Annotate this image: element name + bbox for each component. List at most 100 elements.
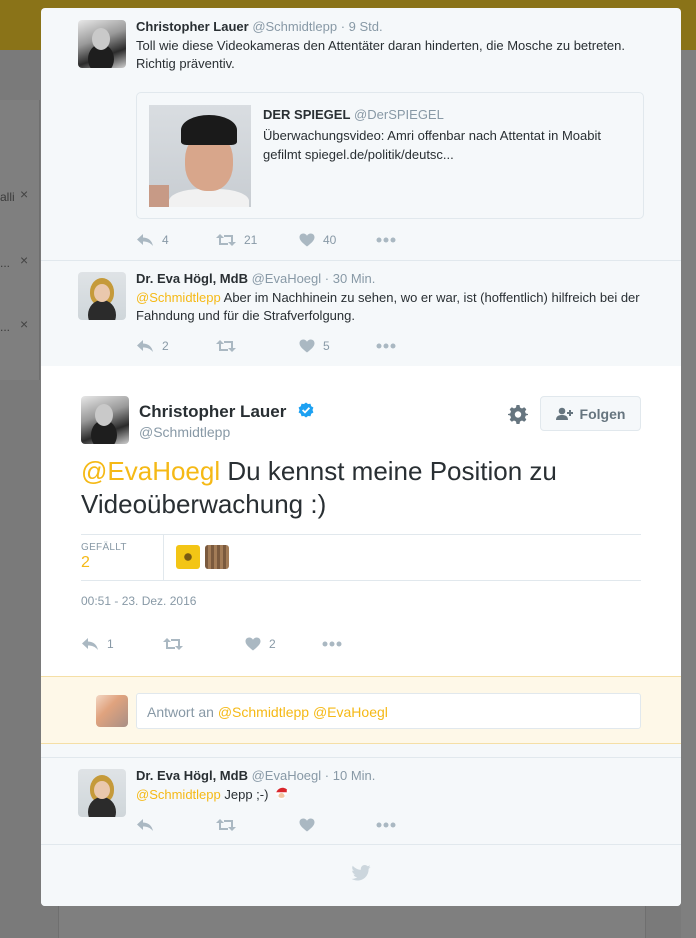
separator-dot: · [324, 768, 330, 783]
liker-avatar[interactable] [205, 545, 229, 569]
avatar[interactable] [78, 769, 126, 817]
quoted-author-handle: @DerSPIEGEL [354, 107, 444, 122]
author-handle[interactable]: @EvaHoegl [252, 271, 322, 286]
author-name[interactable]: Christopher Lauer [136, 19, 249, 34]
like-button[interactable]: 40 [299, 232, 336, 248]
tweet-stats: GEFÄLLT 2 [81, 534, 641, 581]
like-button[interactable]: 2 [245, 636, 276, 652]
tweet-text: @EvaHoegl Du kennst meine Position zu Vi… [81, 455, 641, 521]
tweet-time[interactable]: 9 Std. [349, 19, 383, 34]
heart-icon [299, 339, 315, 353]
background-close-icon: × [20, 186, 29, 202]
background-snippet: alli [0, 190, 15, 204]
background-close-icon: × [20, 316, 29, 332]
reply-input[interactable]: Antwort an @Schmidtlepp @EvaHoegl [136, 693, 641, 729]
tweet-header: Christopher Lauer @Schmidtlepp · 9 Std. [136, 19, 383, 34]
author-name[interactable]: Dr. Eva Högl, MdB [136, 271, 248, 286]
tweet-time[interactable]: 10 Min. [333, 768, 376, 783]
reply-tweet[interactable]: Dr. Eva Högl, MdB @EvaHoegl · 10 Min. @S… [41, 757, 681, 844]
permalink-tweet: Christopher Lauer @Schmidtlepp Folgen @E… [41, 366, 681, 676]
more-button[interactable] [376, 338, 396, 354]
more-button[interactable] [376, 232, 396, 248]
quoted-tweet-text: Überwachungsvideo: Amri offenbar nach At… [263, 128, 601, 162]
more-icon [376, 343, 396, 349]
reply-button[interactable]: 1 [81, 636, 114, 652]
reply-prefix: Antwort an [147, 704, 214, 720]
reply-icon [137, 340, 153, 352]
stats-divider [163, 535, 164, 581]
tweet-header: Dr. Eva Högl, MdB @EvaHoegl · 10 Min. [136, 768, 375, 783]
tweet-time[interactable]: 30 Min. [333, 271, 376, 286]
more-icon [322, 641, 342, 647]
verified-icon [298, 402, 314, 418]
background-right-strip [681, 50, 696, 938]
tweet-text: @Schmidtlepp Jepp ;-) [136, 786, 636, 804]
mention-link[interactable]: @Schmidtlepp [136, 787, 221, 802]
follow-person-icon [555, 407, 573, 420]
retweet-count: 21 [244, 233, 258, 247]
like-count: 5 [323, 339, 330, 353]
reply-button[interactable] [136, 817, 162, 833]
quoted-tweet-card[interactable]: DER SPIEGEL @DerSPIEGEL Überwachungsvide… [136, 92, 644, 219]
tweet-actions: 4 21 40 [136, 232, 436, 248]
tweet-body: Jepp ;-) [224, 787, 269, 802]
author-handle[interactable]: @EvaHoegl [252, 768, 322, 783]
like-button[interactable]: 5 [299, 338, 330, 354]
ancestor-tweet[interactable]: Dr. Eva Högl, MdB @EvaHoegl · 30 Min. @S… [41, 261, 681, 365]
heart-icon [299, 818, 315, 832]
twitter-bird-icon [351, 865, 371, 881]
background-close-icon: × [20, 252, 29, 268]
retweet-icon [216, 340, 236, 352]
reply-count: 1 [107, 637, 114, 651]
like-button[interactable] [299, 817, 323, 833]
reply-icon [137, 819, 153, 831]
reply-composer: Antwort an @Schmidtlepp @EvaHoegl [41, 676, 681, 744]
background-sidebar-card [0, 100, 40, 380]
avatar[interactable] [78, 272, 126, 320]
mention-link[interactable]: @Schmidtlepp [136, 290, 221, 305]
santa-emoji-icon [275, 787, 290, 800]
follow-button[interactable]: Folgen [540, 396, 641, 431]
likes-label: GEFÄLLT [81, 542, 127, 553]
background-snippet: ... [0, 320, 11, 334]
tweet-timestamp: 00:51 - 23. Dez. 2016 [81, 594, 197, 608]
retweet-button[interactable] [216, 338, 244, 354]
background-bottom-card [58, 906, 646, 938]
reply-mentions: @Schmidtlepp @EvaHoegl [217, 704, 388, 720]
quoted-author-name: DER SPIEGEL [263, 107, 351, 122]
separator-dot: · [324, 271, 330, 286]
author-handle[interactable]: @Schmidtlepp [252, 19, 337, 34]
author-name[interactable]: Christopher Lauer [139, 402, 286, 422]
reply-icon [137, 234, 153, 246]
avatar[interactable] [78, 20, 126, 68]
mention-link[interactable]: @EvaHoegl [81, 456, 220, 486]
retweet-button[interactable] [216, 817, 244, 833]
liker-avatar[interactable] [176, 545, 200, 569]
retweet-icon [216, 819, 236, 831]
retweet-button[interactable] [163, 636, 191, 652]
gear-icon[interactable] [508, 404, 528, 424]
likes-value[interactable]: 2 [81, 554, 90, 572]
avatar[interactable] [81, 396, 129, 444]
retweet-button[interactable]: 21 [216, 232, 257, 248]
retweet-icon [216, 234, 236, 246]
reply-count: 4 [162, 233, 169, 247]
reply-icon [82, 638, 98, 650]
tweet-actions [136, 817, 436, 833]
more-button[interactable] [376, 817, 396, 833]
background-snippet: ... [0, 256, 11, 270]
more-button[interactable] [322, 636, 342, 652]
like-count: 40 [323, 233, 337, 247]
tweet-actions: 2 5 [136, 338, 436, 354]
ancestor-tweet[interactable]: Christopher Lauer @Schmidtlepp · 9 Std. … [41, 8, 681, 260]
separator-dot: · [340, 19, 346, 34]
quoted-tweet-image [149, 105, 251, 207]
reply-button[interactable]: 2 [136, 338, 169, 354]
divider [41, 757, 681, 758]
author-handle[interactable]: @Schmidtlepp [139, 424, 230, 440]
like-count: 2 [269, 637, 276, 651]
reply-button[interactable]: 4 [136, 232, 169, 248]
reply-count: 2 [162, 339, 169, 353]
author-name[interactable]: Dr. Eva Högl, MdB [136, 768, 248, 783]
own-avatar [96, 695, 128, 727]
